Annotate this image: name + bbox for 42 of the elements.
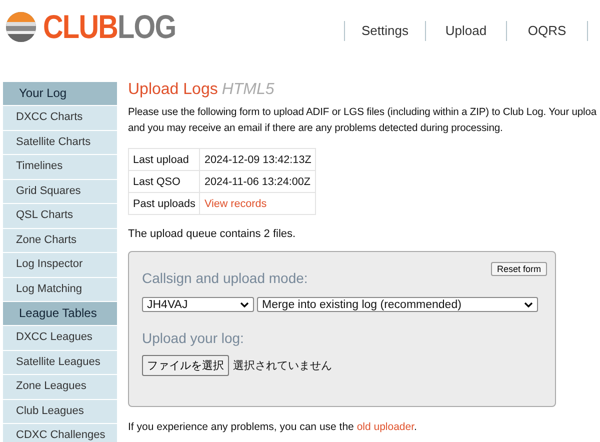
sidebar-item[interactable]: Grid Squares xyxy=(3,180,117,204)
form-heading: Upload your log: xyxy=(142,330,245,346)
sidebar-item[interactable]: Satellite Leagues xyxy=(3,350,117,375)
queue-text: The upload queue contains 2 files. xyxy=(128,228,297,240)
sidebar-item[interactable]: Club Leagues xyxy=(3,400,117,424)
reset-button[interactable]: Reset form xyxy=(490,262,547,276)
sidebar-item[interactable]: CDXC Challenges xyxy=(3,424,117,442)
globe-icon xyxy=(4,10,38,44)
logo-text[interactable]: CLUBLOG xyxy=(43,8,176,46)
old-uploader-link[interactable]: old uploader xyxy=(356,421,414,433)
period-text: . xyxy=(414,421,417,433)
callsign-select[interactable]: JH4VAJ xyxy=(142,297,254,312)
table-cell: Past uploads xyxy=(128,192,200,214)
intro-text: Please use the following form to upload ADIF or LGS files (including within a ZIP) to Club Log. Your uploa xyxy=(128,106,598,120)
sidebar-item[interactable]: QSL Charts xyxy=(3,204,117,228)
table-cell: 2024-11-06 13:24:00Z xyxy=(200,170,316,192)
nav-link[interactable]: Upload xyxy=(426,21,507,41)
sidebar-item[interactable]: Log Matching xyxy=(3,278,117,302)
sidebar-heading: League Tables xyxy=(3,302,117,326)
sidebar-item[interactable]: DXCC Charts xyxy=(3,106,117,130)
table-cell: Last QSO xyxy=(128,170,200,192)
sidebar-item[interactable]: DXCC Leagues xyxy=(3,326,117,350)
sidebar-item[interactable]: Log Inspector xyxy=(3,253,117,278)
chevron-icon xyxy=(240,302,249,308)
footer-text: If you experience any problems, you can use the xyxy=(128,421,354,433)
table-cell: Last upload xyxy=(128,148,200,170)
intro-text: and you may receive an email if there are any problems detected during processing. xyxy=(128,122,504,136)
sidebar-item[interactable]: Timelines xyxy=(3,155,117,180)
sidebar-heading: Your Log xyxy=(3,82,117,106)
mode-select[interactable]: Merge into existing log (recommended) xyxy=(257,297,538,312)
chevron-icon xyxy=(524,302,533,308)
sidebar-item[interactable]: Zone Charts xyxy=(3,228,117,253)
table-cell: 2024-12-09 13:42:13Z xyxy=(200,148,316,170)
form-heading: Callsign and upload mode: xyxy=(142,270,308,286)
page-title: Upload Logs xyxy=(128,81,218,98)
sidebar-item[interactable]: Zone Leagues xyxy=(3,375,117,400)
sidebar-item[interactable]: Satellite Charts xyxy=(3,130,117,155)
choose-file-button[interactable]: ファイルを選択 xyxy=(142,355,229,376)
nav-link[interactable]: OQRS xyxy=(507,21,588,41)
file-status: 選択されていません xyxy=(233,358,332,373)
title-tag: HTML5 xyxy=(222,81,274,98)
nav-link[interactable]: Settings xyxy=(345,21,426,41)
